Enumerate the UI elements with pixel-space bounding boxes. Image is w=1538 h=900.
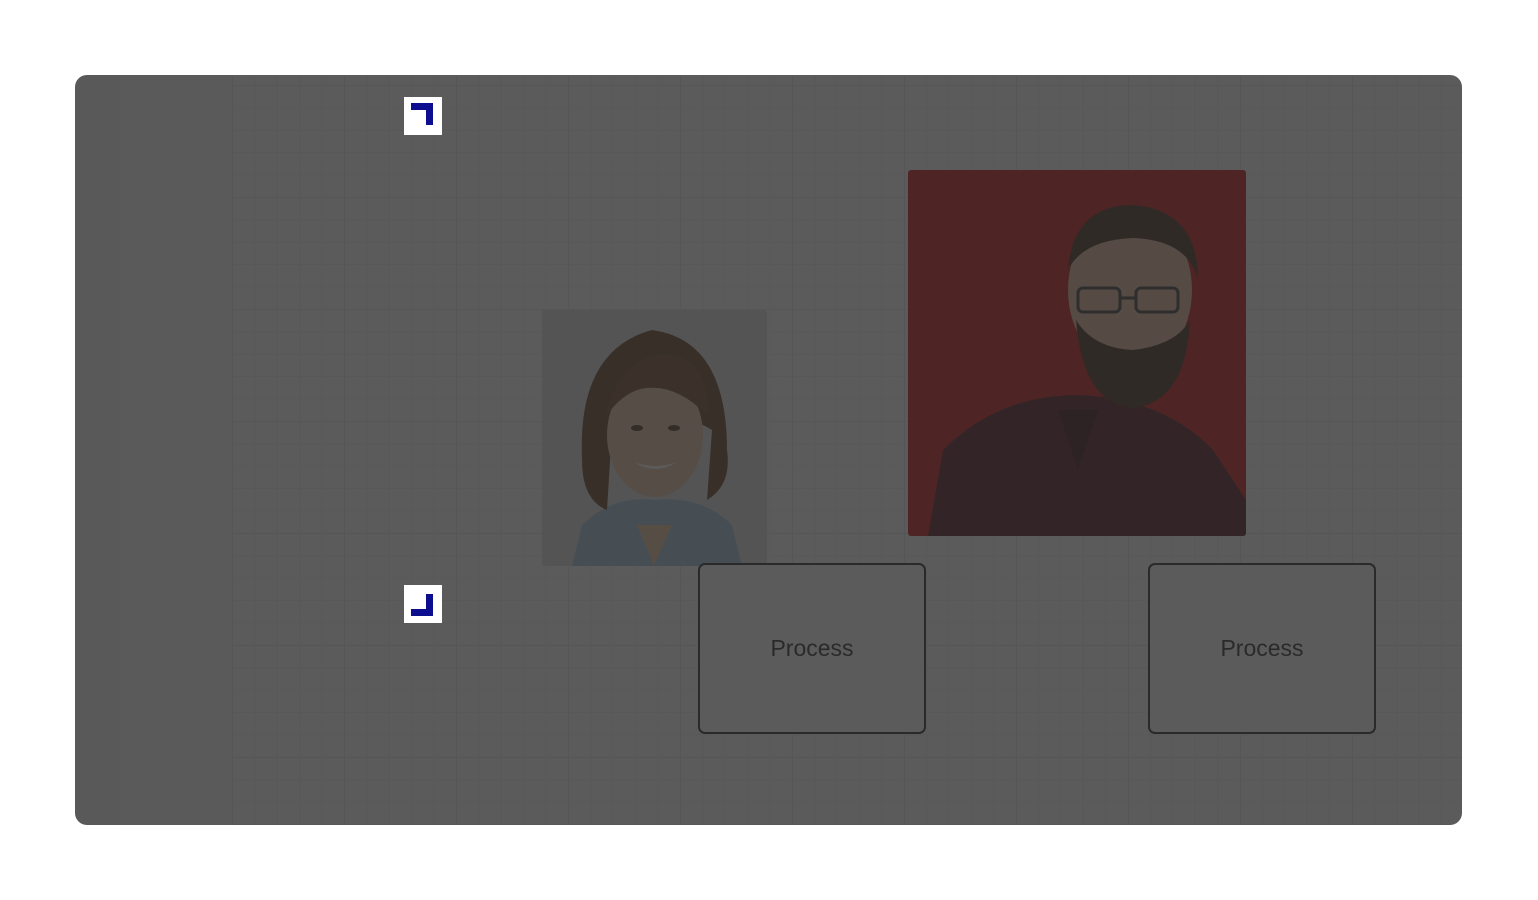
process-box[interactable]: Process bbox=[1148, 563, 1376, 734]
corner-mark bbox=[411, 103, 433, 125]
process-label: Process bbox=[770, 635, 854, 661]
shape-panel bbox=[120, 75, 232, 825]
portrait-long-hair-icon[interactable] bbox=[542, 310, 767, 566]
corner-top-right-icon[interactable] bbox=[404, 97, 442, 135]
portrait-glasses-beard-icon[interactable] bbox=[908, 170, 1246, 536]
process-box[interactable]: Process bbox=[698, 563, 926, 734]
diagram-editor-window: Process Process bbox=[75, 75, 1462, 825]
process-label: Process bbox=[1220, 635, 1304, 661]
corner-mark bbox=[411, 594, 433, 616]
diagram-canvas[interactable]: Process Process bbox=[232, 75, 1462, 825]
left-toolbar bbox=[75, 75, 121, 825]
corner-bottom-right-icon[interactable] bbox=[404, 585, 442, 623]
